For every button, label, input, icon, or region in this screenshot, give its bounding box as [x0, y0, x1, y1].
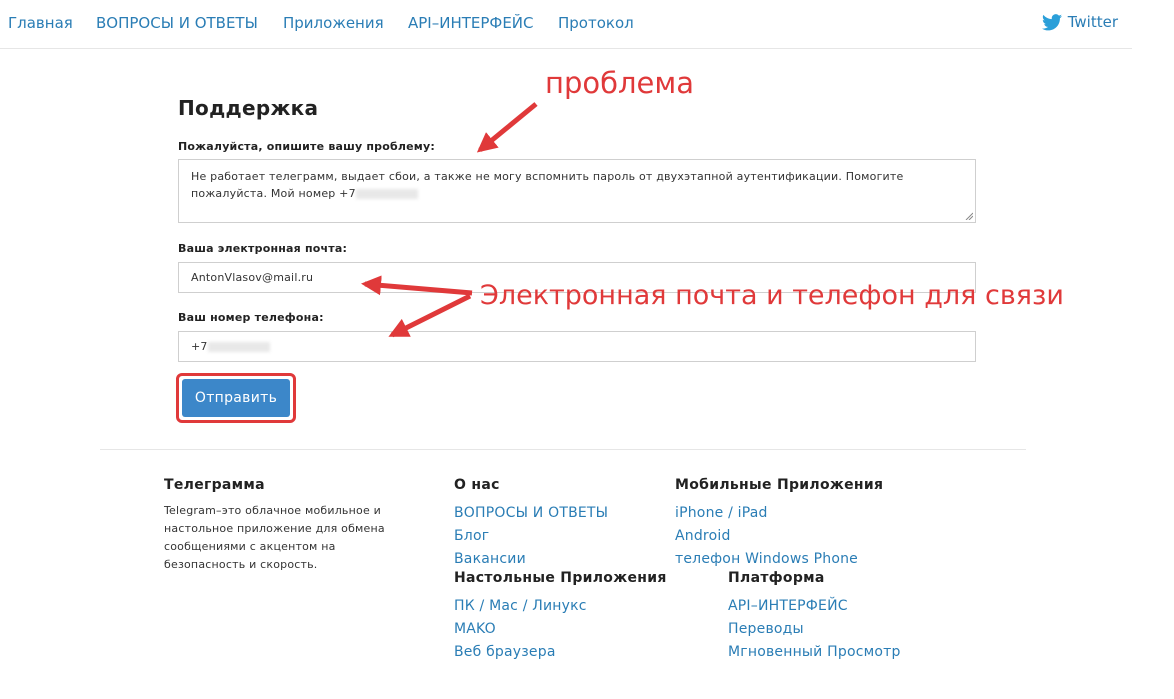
footer-link-blog[interactable]: Блог [454, 528, 489, 544]
footer-telegram-title: Телеграмма [164, 477, 265, 493]
footer-link-translations[interactable]: Переводы [728, 621, 804, 637]
footer-link-windows-phone[interactable]: телефон Windows Phone [675, 551, 858, 567]
nav-link-api[interactable]: API–ИНТЕРФЕЙС [408, 14, 534, 32]
footer-link-api[interactable]: API–ИНТЕРФЕЙС [728, 598, 848, 614]
footer-link-web[interactable]: Веб браузера [454, 644, 556, 660]
footer-about-title: О нас [454, 477, 500, 493]
problem-textarea[interactable]: Не работает телеграмм, выдает сбои, а та… [178, 159, 976, 223]
footer-link-android[interactable]: Android [675, 528, 731, 544]
problem-label: Пожалуйста, опишите вашу проблему: [178, 140, 435, 153]
submit-button[interactable]: Отправить [182, 379, 290, 417]
footer-platform-title: Платформа [728, 570, 825, 586]
footer-link-jobs[interactable]: Вакансии [454, 551, 526, 567]
phone-value: +7 [191, 340, 208, 353]
email-value: AntonVlasov@mail.ru [191, 271, 314, 284]
footer-telegram-description: Telegram–это облачное мобильное и настол… [164, 504, 385, 571]
nav-link-faq[interactable]: ВОПРОСЫ И ОТВЕТЫ [96, 14, 258, 32]
resize-handle-icon[interactable] [965, 212, 973, 220]
nav-link-apps[interactable]: Приложения [283, 14, 384, 32]
submit-button-highlight: Отправить [176, 373, 296, 423]
footer-link-pc-mac-linux[interactable]: ПК / Mac / Линукс [454, 598, 587, 614]
twitter-label: Twitter [1067, 13, 1118, 31]
footer-desktop-title: Настольные Приложения [454, 570, 667, 586]
footer-link-faq[interactable]: ВОПРОСЫ И ОТВЕТЫ [454, 505, 608, 521]
footer-link-iphone[interactable]: iPhone / iPad [675, 505, 768, 521]
footer-link-mako[interactable]: MAKO [454, 621, 496, 637]
twitter-bird-icon [1041, 13, 1062, 30]
nav-link-home[interactable]: Главная [8, 14, 73, 32]
arrow-to-phone-icon [388, 293, 472, 338]
footer-mobile-title: Мобильные Приложения [675, 477, 884, 493]
annotation-problem: проблема [545, 66, 695, 100]
email-label: Ваша электронная почта: [178, 242, 348, 255]
top-navigation: Главная ВОПРОСЫ И ОТВЕТЫ Приложения API–… [0, 0, 1132, 49]
problem-text: Не работает телеграмм, выдает сбои, а та… [191, 170, 904, 200]
redacted-phone-digits [207, 342, 270, 352]
footer-link-instant-view[interactable]: Мгновенный Просмотр [728, 644, 901, 660]
phone-label: Ваш номер телефона: [178, 311, 324, 324]
annotation-contacts: Электронная почта и телефон для связи [480, 280, 1064, 311]
footer-divider [100, 449, 1026, 450]
phone-field[interactable]: +7 [178, 331, 976, 362]
redacted-phone-digits [355, 189, 418, 199]
twitter-link[interactable]: Twitter [1041, 13, 1118, 31]
nav-link-protocol[interactable]: Протокол [558, 14, 634, 32]
